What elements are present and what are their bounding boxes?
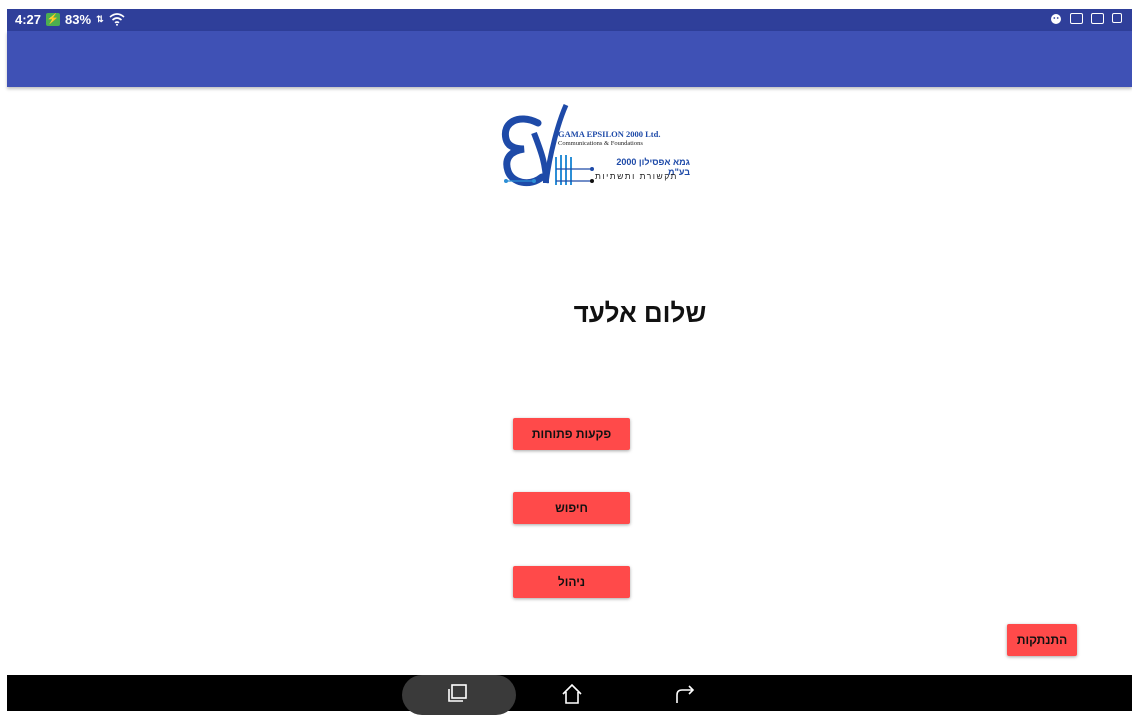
open-tickets-button[interactable]: פקעות פתוחות [513,418,630,450]
navigation-bar [7,675,1132,715]
android-icon [1051,14,1061,24]
image-notification-icon [1070,12,1083,24]
mail-notification-icon [1091,12,1104,24]
status-left: 4:27 ⚡ 83% ⇅ [15,12,125,27]
company-logo: GAMA EPSILON 2000 Ltd. Communications & … [500,103,690,187]
logout-button[interactable]: התנתקות [1007,624,1077,656]
search-button[interactable]: חיפוש [513,492,630,524]
manage-button[interactable]: ניהול [513,566,630,598]
app-bar [7,31,1132,87]
screen-frame [0,0,1132,9]
back-icon[interactable] [673,683,697,705]
recent-apps-icon[interactable] [447,683,469,703]
screenshot-notification-icon [1112,13,1122,23]
data-arrows-icon: ⇅ [96,14,104,24]
logo-english-text: GAMA EPSILON 2000 Ltd. Communications & … [558,129,661,149]
status-time: 4:27 [15,12,42,27]
status-bar: 4:27 ⚡ 83% ⇅ [7,9,1132,31]
wifi-icon [109,13,125,26]
status-right [1050,12,1122,24]
logo-company-tagline: Communications & Foundations [558,140,643,147]
home-icon[interactable] [560,683,584,705]
logo-hebrew-tagline: תקשורת ותשתיות [595,171,678,181]
battery-level: 83% [65,12,92,27]
greeting-title: שלום אלעד [573,298,707,328]
battery-charging-icon: ⚡ [46,13,61,26]
logo-company-name: GAMA EPSILON 2000 Ltd. [558,129,661,139]
